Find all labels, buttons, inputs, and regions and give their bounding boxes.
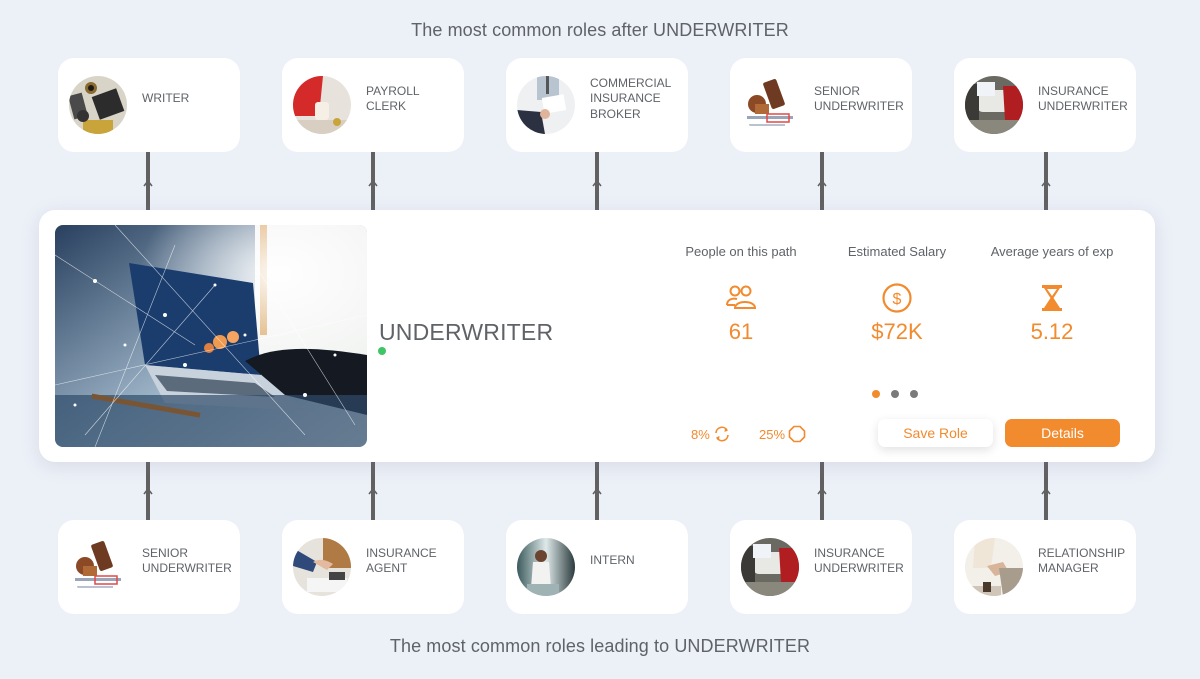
role-avatar: [69, 538, 127, 596]
connector-line: [368, 152, 378, 210]
stat-value: 61: [728, 319, 754, 344]
role-avatar: [965, 538, 1023, 596]
arrow-up-icon: [817, 179, 827, 187]
roles-before-title: The most common roles leading to UNDERWR…: [389, 636, 811, 656]
connector-line: [592, 462, 602, 520]
carousel-pagination: [872, 390, 918, 398]
role-card-insurance-agent[interactable]: INSURANCE AGENT: [282, 520, 464, 614]
role-card-insurance-underwriter[interactable]: INSURANCE UNDERWRITER: [954, 58, 1136, 152]
role-card-writer[interactable]: WRITER: [58, 58, 240, 152]
metric-share: 25%: [759, 425, 806, 443]
details-button[interactable]: Details: [1005, 419, 1120, 447]
dollar-circle-icon: $: [882, 283, 912, 313]
role-avatar: [517, 538, 575, 596]
carousel-dot-2[interactable]: [891, 390, 899, 398]
role-title: UNDERWRITER: [379, 319, 554, 345]
stat-estimated-salary: Estimated Salary $ $72K: [822, 244, 972, 345]
arrow-up-icon: [592, 179, 602, 187]
role-label: PAYROLL CLERK: [366, 83, 420, 114]
role-card-insurance-underwriter[interactable]: INSURANCE UNDERWRITER: [730, 520, 912, 614]
octagon-icon: [788, 425, 806, 443]
stat-label: People on this path: [685, 244, 797, 259]
role-avatar: [517, 76, 575, 134]
role-hero-image: [55, 225, 367, 447]
connector-line: [1041, 462, 1051, 520]
current-role-card: UNDERWRITER People on this path 61 Estim…: [39, 210, 1155, 462]
stat-value: 5.12: [1030, 319, 1074, 344]
carousel-dot-3[interactable]: [910, 390, 918, 398]
svg-text:$: $: [893, 291, 902, 308]
role-label: INSURANCE UNDERWRITER: [1038, 83, 1128, 114]
role-avatar: [293, 538, 351, 596]
arrow-up-icon: [817, 487, 827, 495]
role-avatar: [741, 538, 799, 596]
role-label: SENIOR UNDERWRITER: [142, 545, 232, 576]
connector-line: [1041, 152, 1051, 210]
connector-line: [817, 152, 827, 210]
arrow-up-icon: [143, 487, 153, 495]
hourglass-icon: [1042, 285, 1062, 311]
refresh-cycle-icon: [714, 426, 729, 442]
stat-people-on-path: People on this path 61: [666, 244, 816, 345]
roles-after-title: The most common roles after UNDERWRITER: [411, 20, 789, 40]
connector-line: [143, 152, 153, 210]
role-label: SENIOR UNDERWRITER: [814, 83, 904, 114]
people-icon: [726, 285, 757, 309]
stat-label: Estimated Salary: [847, 244, 947, 259]
role-card-senior-underwriter[interactable]: SENIOR UNDERWRITER: [730, 58, 912, 152]
role-avatar: [965, 76, 1023, 134]
arrow-up-icon: [1041, 179, 1051, 187]
role-card-commercial-insurance-broker[interactable]: COMMERCIAL INSURANCE BROKER: [506, 58, 688, 152]
role-label: INSURANCE UNDERWRITER: [814, 545, 904, 576]
connector-line: [143, 462, 153, 520]
connector-line: [817, 462, 827, 520]
stat-average-experience: Average years of exp 5.12: [977, 244, 1127, 345]
role-avatar: [69, 76, 127, 134]
role-avatar: [741, 76, 799, 134]
role-label: WRITER: [142, 91, 190, 106]
arrow-up-icon: [368, 179, 378, 187]
role-card-senior-underwriter[interactable]: SENIOR UNDERWRITER: [58, 520, 240, 614]
role-card-payroll-clerk[interactable]: PAYROLL CLERK: [282, 58, 464, 152]
arrow-up-icon: [368, 487, 378, 495]
arrow-up-icon: [592, 487, 602, 495]
connector-line: [368, 462, 378, 520]
role-label: INTERN: [590, 553, 635, 568]
connector-line: [592, 152, 602, 210]
metric-transition-rate: 8%: [691, 425, 731, 443]
stat-value: $72K: [871, 319, 923, 344]
role-label: COMMERCIAL INSURANCE BROKER: [590, 75, 672, 121]
role-label: INSURANCE AGENT: [366, 545, 437, 576]
stat-label: Average years of exp: [990, 244, 1114, 259]
metric-value: 25%: [759, 426, 786, 442]
carousel-dot-1[interactable]: [872, 390, 880, 398]
save-role-button[interactable]: Save Role: [878, 419, 993, 447]
arrow-up-icon: [143, 179, 153, 187]
metric-value: 8%: [691, 426, 710, 442]
role-card-intern[interactable]: INTERN: [506, 520, 688, 614]
role-card-relationship-manager[interactable]: RELATIONSHIP MANAGER: [954, 520, 1136, 614]
role-label: RELATIONSHIP MANAGER: [1038, 545, 1126, 576]
status-indicator: [378, 347, 386, 355]
role-avatar: [293, 76, 351, 134]
arrow-up-icon: [1041, 487, 1051, 495]
